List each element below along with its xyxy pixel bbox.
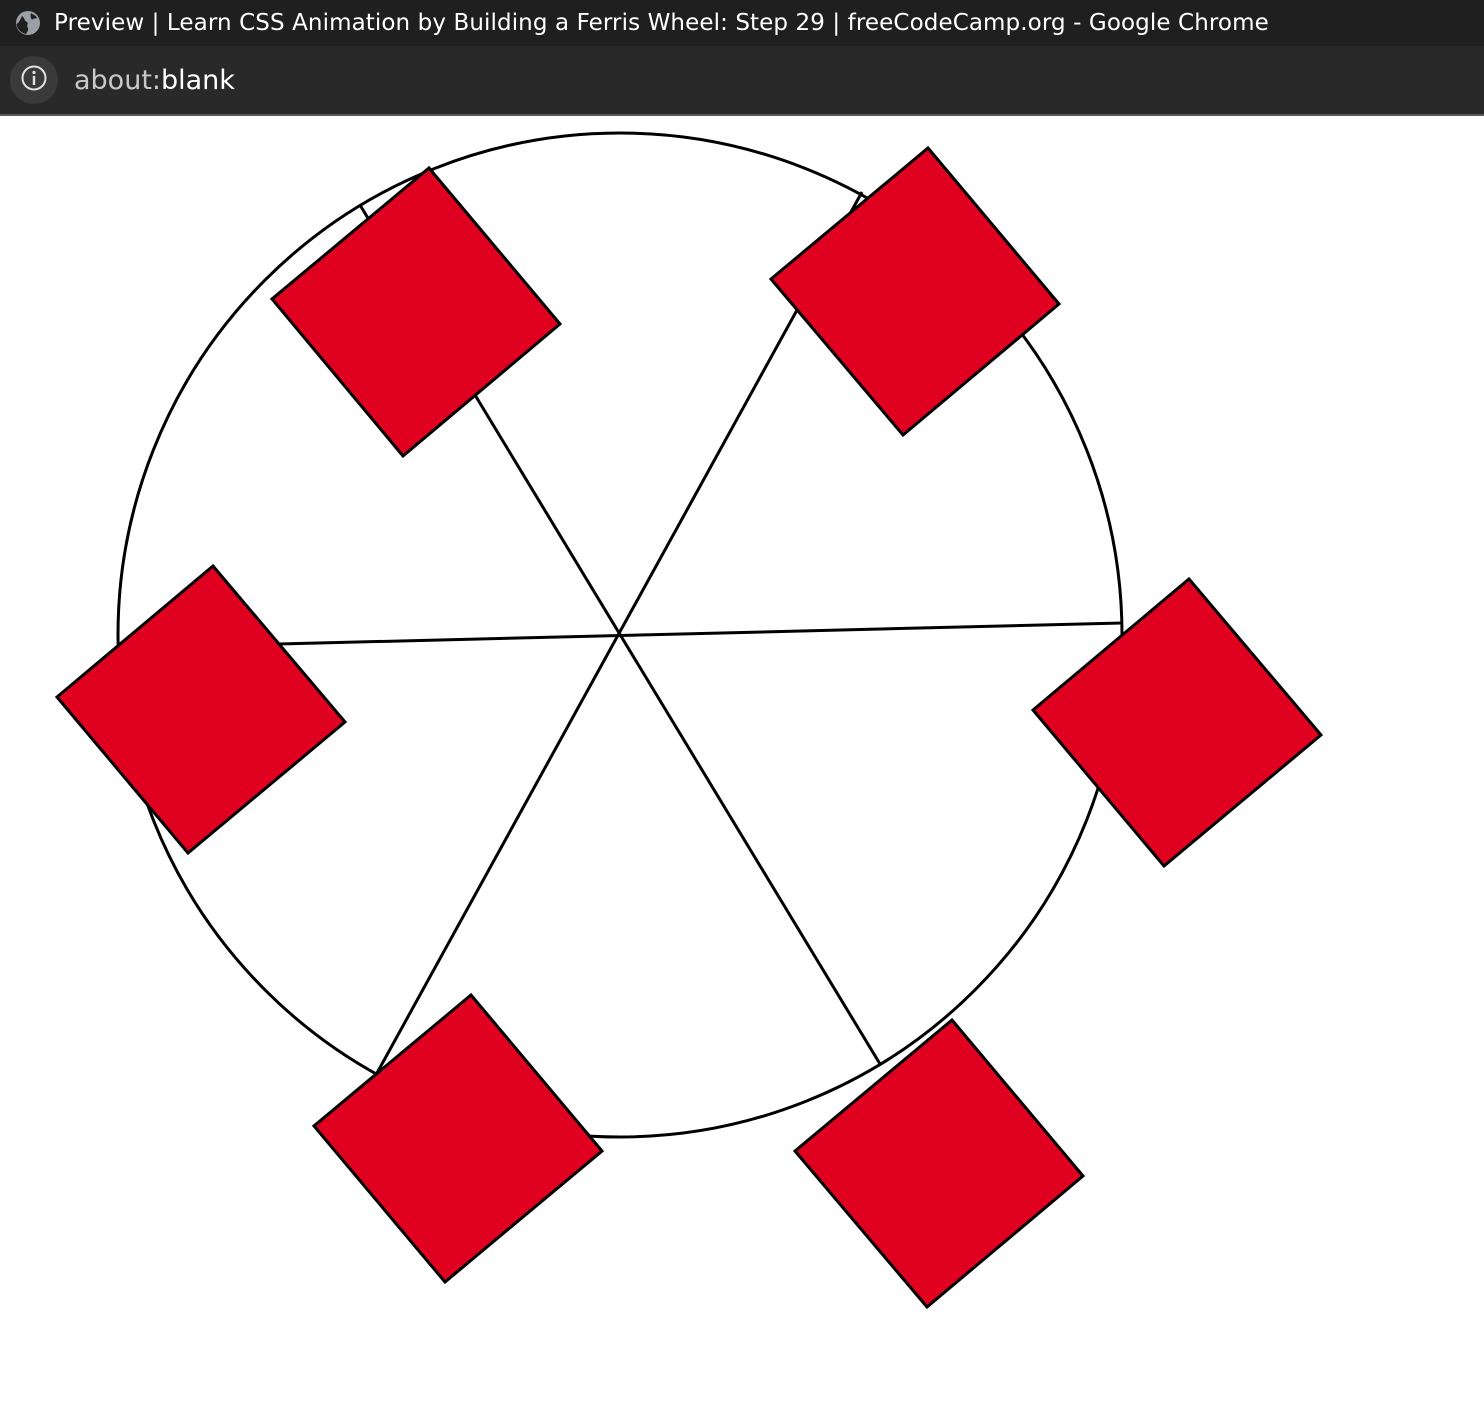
site-info-button[interactable] [10, 56, 58, 104]
url-scheme: about: [74, 64, 161, 96]
cabin [54, 563, 348, 856]
ferris-wheel [54, 131, 1324, 1310]
window-title: Preview | Learn CSS Animation by Buildin… [54, 10, 1269, 36]
url-field[interactable]: about:blank [74, 65, 235, 96]
globe-icon [14, 9, 42, 37]
address-bar: about:blank [0, 46, 1484, 114]
cabin [269, 165, 563, 459]
url-path: blank [161, 64, 235, 96]
cabin [1030, 576, 1324, 869]
cabin [792, 1017, 1086, 1310]
info-icon [20, 64, 48, 96]
window-title-bar: Preview | Learn CSS Animation by Buildin… [0, 0, 1484, 46]
page-viewport [0, 116, 1484, 1408]
cabin [311, 992, 605, 1285]
cabin [768, 145, 1062, 438]
